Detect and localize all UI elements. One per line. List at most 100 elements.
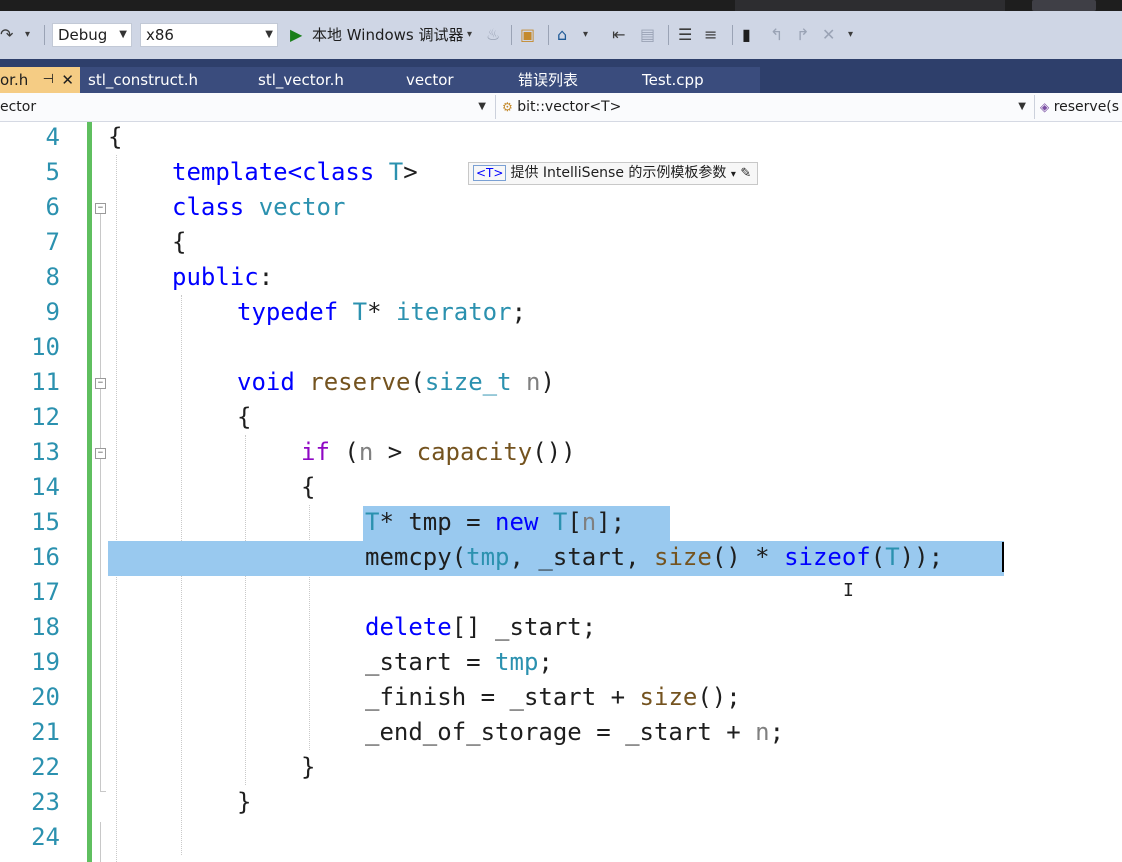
ibeam-cursor-icon: I	[843, 580, 854, 601]
tab-vector[interactable]: vector	[398, 67, 510, 93]
tab-or-h[interactable]: or.h ⊣ ✕	[0, 67, 80, 93]
redo-icon[interactable]: ↷	[0, 25, 13, 45]
redo-dropdown-icon[interactable]: ▾	[25, 25, 30, 45]
fold-line	[100, 822, 101, 862]
code-line-8: public:	[172, 263, 274, 291]
indent-guide	[116, 155, 117, 862]
close-icon[interactable]: ✕	[61, 67, 74, 93]
member-value: reserve(s	[1053, 99, 1120, 115]
code-line-21: _end_of_storage = _start + n;	[365, 718, 785, 746]
toolbar-separator	[732, 25, 733, 45]
tab-label: stl_construct.h	[88, 71, 199, 89]
fold-end-marker	[100, 791, 106, 792]
intellisense-template-hint[interactable]: <T> 提供 IntelliSense 的示例模板参数 ▾ ✎	[468, 162, 759, 185]
method-icon: ◈	[1040, 100, 1050, 114]
fold-toggle[interactable]: −	[95, 378, 106, 389]
pin-icon[interactable]: ⊣	[43, 67, 54, 93]
fold-line	[100, 459, 101, 792]
line-number: 19	[31, 648, 60, 676]
code-line-5: template<class T>	[172, 158, 418, 186]
title-strip-segment	[735, 0, 1005, 11]
step-icon[interactable]: ⇤	[612, 25, 625, 45]
comment-icon[interactable]: ☰	[678, 25, 692, 45]
start-debug-icon[interactable]: ▶	[290, 25, 302, 45]
navbar-divider	[1034, 95, 1035, 119]
code-line-23: }	[237, 788, 252, 816]
next-bookmark-icon[interactable]: ↱	[796, 25, 809, 45]
line-number: 23	[31, 788, 60, 816]
line-number: 15	[31, 508, 60, 536]
project-dropdown[interactable]: ector ▼	[0, 96, 492, 118]
tab-label: 错误列表	[518, 71, 579, 89]
fold-toggle[interactable]: −	[95, 203, 106, 214]
platform-value: x86	[146, 26, 174, 44]
line-number: 7	[45, 228, 60, 256]
code-line-12: {	[237, 403, 252, 431]
tab-error-list[interactable]: 错误列表	[510, 67, 634, 93]
change-tracking-bar	[87, 122, 92, 862]
code-line-19: _start = tmp;	[365, 648, 553, 676]
toolbar-separator	[511, 25, 512, 45]
tab-label: vector	[406, 71, 454, 89]
tab-test-cpp[interactable]: Test.cpp	[634, 67, 760, 93]
template-param-badge: <T>	[473, 165, 507, 181]
line-number: 21	[31, 718, 60, 746]
toolbar: ↷ ▾ Debug ▼ x86 ▼ ▶ 本地 Windows 调试器 ▾ ♨ ▣…	[0, 11, 1122, 59]
overflow-dropdown-icon[interactable]: ▾	[583, 25, 588, 45]
toolbar-separator	[44, 25, 45, 45]
line-number: 4	[45, 123, 60, 151]
chevron-down-icon[interactable]: ▾	[731, 169, 736, 180]
home-icon[interactable]: ⌂	[557, 25, 567, 45]
tab-stl-construct-h[interactable]: stl_construct.h	[80, 67, 250, 93]
code-line-20: _finish = _start + size();	[365, 683, 741, 711]
title-strip-button[interactable]	[1032, 0, 1096, 11]
tab-label: or.h	[0, 71, 29, 89]
fold-toggle[interactable]: −	[95, 448, 106, 459]
line-number: 13	[31, 438, 60, 466]
solution-config-dropdown[interactable]: Debug ▼	[52, 23, 132, 47]
line-number: 11	[31, 368, 60, 396]
text-caret	[1002, 542, 1004, 572]
line-number: 14	[31, 473, 60, 501]
class-icon: ⚙	[502, 100, 513, 114]
line-number: 20	[31, 683, 60, 711]
toolbar-overflow-icon[interactable]: ▾	[848, 25, 853, 45]
debugger-dropdown-icon[interactable]: ▾	[467, 25, 472, 45]
code-line-14: {	[301, 473, 316, 501]
navbar-divider	[495, 95, 496, 119]
uncomment-icon[interactable]: ≡	[704, 25, 717, 45]
chevron-down-icon: ▼	[478, 101, 486, 112]
code-line-9: typedef T* iterator;	[237, 298, 527, 326]
fold-line	[100, 214, 101, 378]
line-number: 24	[31, 823, 60, 851]
line-number: 17	[31, 578, 60, 606]
format-icon[interactable]: ▤	[640, 25, 655, 45]
navigation-bar: ector ▼ ⚙ bit::vector<T> ▼ ◈ reserve(s	[0, 93, 1122, 122]
code-editor[interactable]: 4 5 6 7 8 9 10 11 12 13 14 15 16 17 18 1…	[0, 122, 1122, 862]
code-line-15: T* tmp = new T[n];	[365, 508, 626, 536]
line-number: 9	[45, 298, 60, 326]
platform-dropdown[interactable]: x86 ▼	[140, 23, 278, 47]
code-line-22: }	[301, 753, 316, 781]
edit-pencil-icon[interactable]: ✎	[740, 166, 751, 181]
clear-bookmarks-icon[interactable]: ✕	[822, 25, 835, 45]
code-line-11: void reserve(size_t n)	[237, 368, 555, 396]
bookmark-icon[interactable]: ▮	[742, 25, 751, 45]
line-number: 22	[31, 753, 60, 781]
scope-value: bit::vector<T>	[517, 99, 622, 115]
code-line-6: class vector	[172, 193, 346, 221]
prev-bookmark-icon[interactable]: ↰	[770, 25, 783, 45]
tab-stl-vector-h[interactable]: stl_vector.h	[250, 67, 398, 93]
window-title-strip	[0, 0, 1122, 11]
document-tab-bar: or.h ⊣ ✕ stl_construct.h stl_vector.h ve…	[0, 59, 1122, 93]
scope-dropdown[interactable]: ⚙ bit::vector<T> ▼	[502, 96, 1032, 118]
find-in-files-icon[interactable]: ▣	[520, 25, 535, 45]
hot-reload-icon[interactable]: ♨	[486, 25, 500, 45]
start-debug-button[interactable]: 本地 Windows 调试器	[312, 24, 464, 46]
member-dropdown[interactable]: ◈ reserve(s	[1040, 96, 1122, 118]
chevron-down-icon: ▼	[1018, 101, 1026, 112]
code-line-7: {	[172, 228, 187, 256]
indent-guide	[245, 435, 246, 785]
chevron-down-icon: ▼	[119, 29, 127, 40]
toolbar-separator	[548, 25, 549, 45]
